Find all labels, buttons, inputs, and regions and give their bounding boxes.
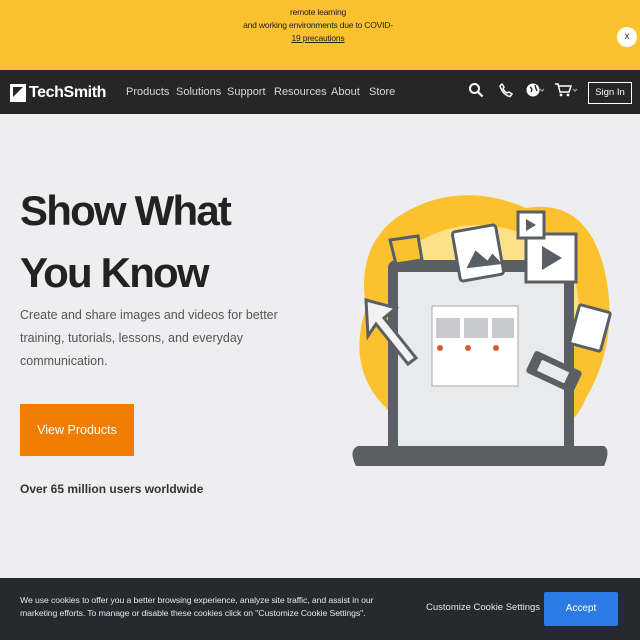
accept-cookies-button[interactable]: Accept [544, 592, 618, 626]
page-title: Show What You Know [20, 180, 280, 304]
title-line: Show What [20, 187, 232, 234]
nav-item-resources[interactable]: Resources [274, 70, 327, 114]
cart-icon[interactable] [554, 82, 578, 102]
view-products-button[interactable]: View Products [20, 404, 134, 456]
sign-in-button[interactable]: Sign In [588, 82, 632, 104]
banner-line: and working environments due to COVID- [243, 20, 393, 30]
nav-item-solutions[interactable]: Solutions [176, 70, 221, 114]
banner-line: remote learning [289, 7, 347, 17]
laptop-base-icon [352, 446, 608, 466]
users-count-text: Over 65 million users worldwide [20, 482, 204, 496]
phone-icon[interactable] [496, 82, 516, 102]
customize-cookie-settings-link[interactable]: Customize Cookie Settings [426, 602, 540, 613]
banner-text: remote learning and working environments… [234, 6, 402, 45]
banner-link[interactable]: 19 precautions [234, 32, 402, 45]
nav-item-products[interactable]: Products [126, 70, 169, 114]
globe-icon[interactable] [524, 82, 546, 102]
logo-text: TechSmith [29, 84, 107, 101]
nav-item-store[interactable]: Store [369, 70, 395, 114]
nav-item-support[interactable]: Support [227, 70, 266, 114]
techsmith-logo[interactable]: TechSmith [10, 82, 106, 104]
main-nav: TechSmith Products Solutions Support Res… [0, 70, 640, 114]
close-icon[interactable]: x [617, 27, 637, 47]
search-icon[interactable] [466, 82, 486, 102]
hero-description: Create and share images and videos for b… [20, 308, 278, 368]
video-camera-icon [388, 234, 424, 266]
title-line: You Know [20, 249, 210, 296]
nav-item-about[interactable]: About [331, 70, 360, 114]
promo-banner: remote learning and working environments… [0, 0, 640, 70]
cookie-text: We use cookies to offer you a better bro… [20, 595, 374, 618]
laptop-illustration [352, 195, 612, 466]
logo-mark-icon [10, 84, 26, 102]
